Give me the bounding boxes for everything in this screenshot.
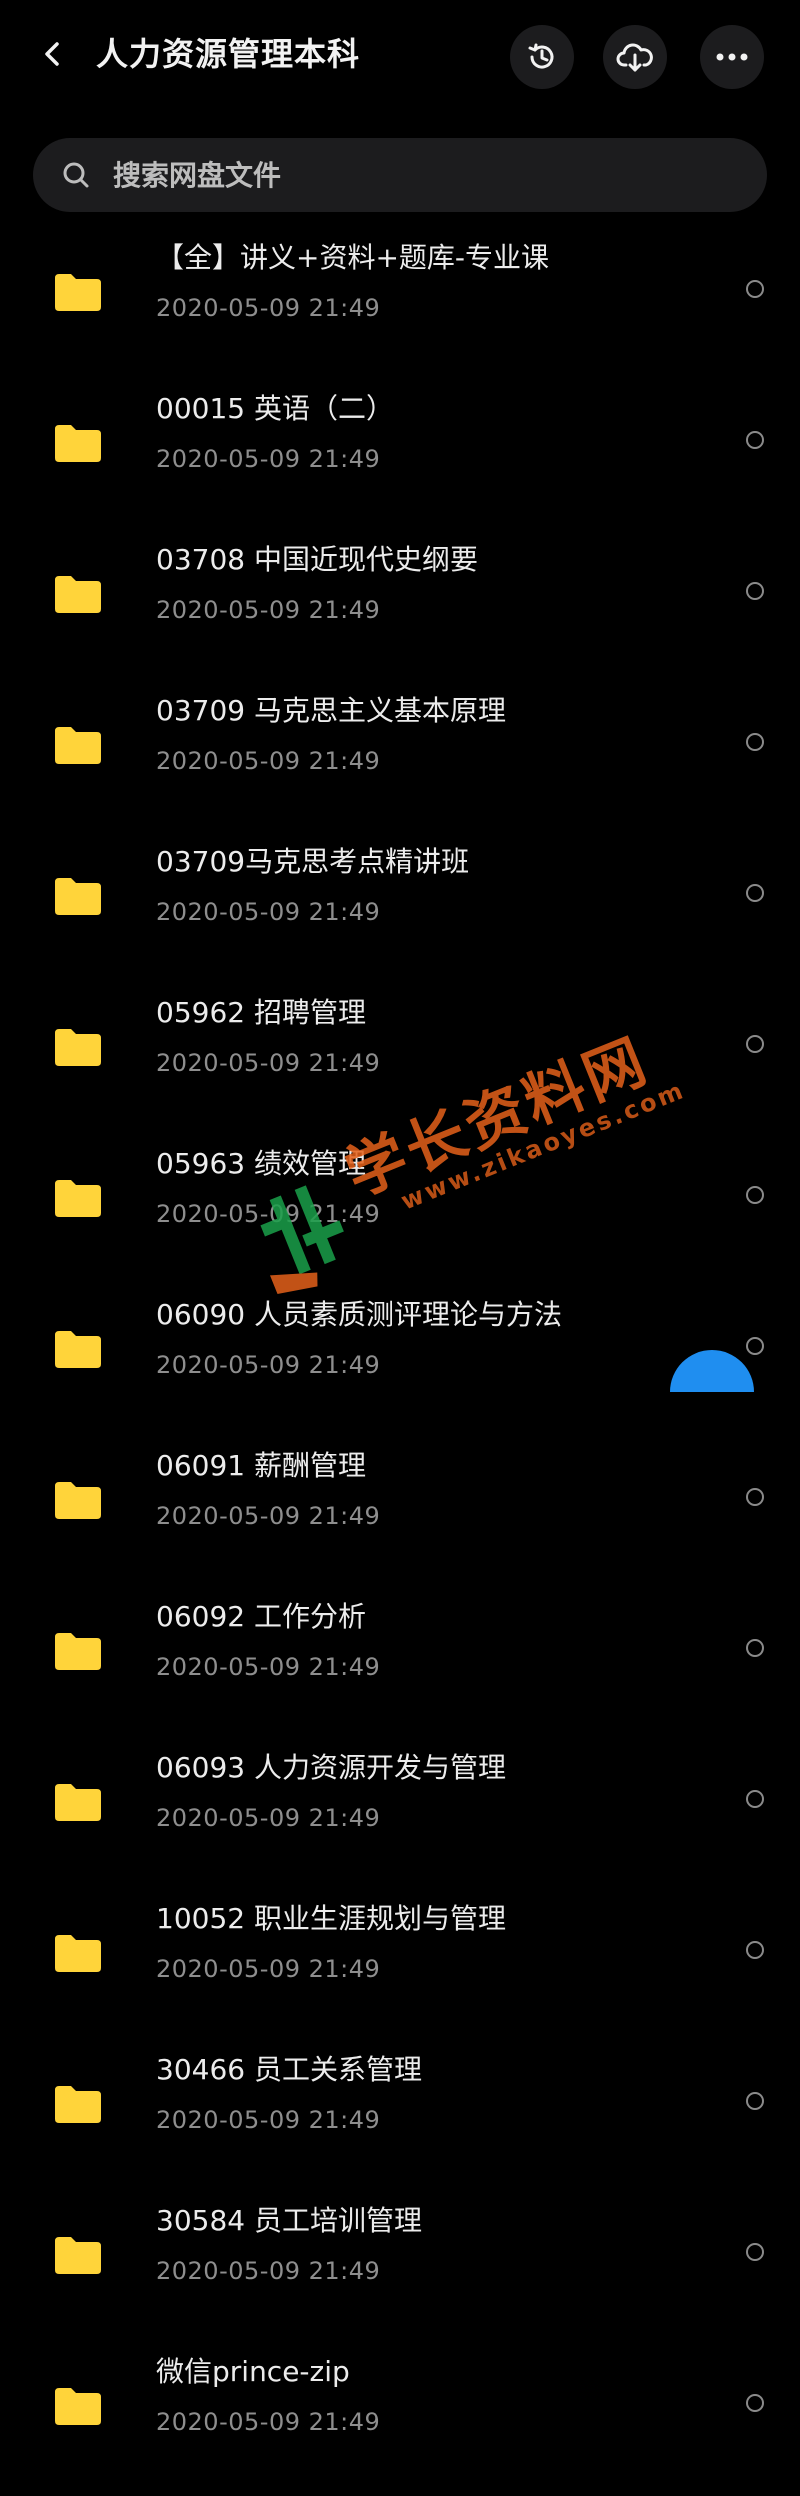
file-name: 00015 英语（二）: [156, 392, 394, 425]
file-date: 2020-05-09 21:49: [156, 2257, 381, 2285]
list-item[interactable]: 06092 工作分析 2020-05-09 21:49: [0, 1573, 800, 1724]
select-radio[interactable]: [746, 280, 764, 298]
folder-icon: [55, 576, 101, 613]
file-name: 【全】讲义+资料+题库-专业课: [156, 241, 550, 274]
folder-icon: [55, 2388, 101, 2425]
select-radio[interactable]: [746, 1639, 764, 1657]
select-radio[interactable]: [746, 582, 764, 600]
file-date: 2020-05-09 21:49: [156, 1502, 381, 1530]
search-input[interactable]: [111, 157, 715, 193]
folder-icon: [55, 2086, 101, 2123]
history-icon: [528, 43, 554, 69]
select-radio[interactable]: [746, 1035, 764, 1053]
folder-icon: [55, 1331, 101, 1368]
file-date: 2020-05-09 21:49: [156, 1955, 381, 1983]
folder-icon: [55, 1180, 101, 1217]
select-radio[interactable]: [746, 1186, 764, 1204]
select-radio[interactable]: [746, 1941, 764, 1959]
select-radio[interactable]: [746, 733, 764, 751]
top-bar: 人力资源管理本科: [0, 0, 800, 110]
list-item[interactable]: 03709马克思考点精讲班 2020-05-09 21:49: [0, 818, 800, 969]
file-list: 【全】讲义+资料+题库-专业课 2020-05-09 21:49 00015 英语（…: [0, 214, 800, 2479]
folder-icon: [55, 274, 101, 311]
more-button[interactable]: [700, 25, 764, 89]
file-name: 05962 招聘管理: [156, 996, 366, 1029]
page-title: 人力资源管理本科: [96, 35, 361, 73]
list-item[interactable]: 06091 薪酬管理 2020-05-09 21:49: [0, 1422, 800, 1573]
back-arrow-icon: [45, 42, 59, 66]
cloud-download-button[interactable]: [603, 25, 667, 89]
list-item[interactable]: 【全】讲义+资料+题库-专业课 2020-05-09 21:49: [0, 214, 800, 365]
file-name: 03709 马克思主义基本原理: [156, 694, 506, 727]
file-date: 2020-05-09 21:49: [156, 1351, 381, 1379]
back-button[interactable]: [28, 30, 76, 78]
file-date: 2020-05-09 21:49: [156, 445, 381, 473]
select-radio[interactable]: [746, 2243, 764, 2261]
file-name: 30584 员工培训管理: [156, 2204, 422, 2237]
select-radio[interactable]: [746, 884, 764, 902]
file-name: 06090 人员素质测评理论与方法: [156, 1298, 562, 1331]
select-radio[interactable]: [746, 1790, 764, 1808]
select-radio[interactable]: [746, 1337, 764, 1355]
list-item[interactable]: 06090 人员素质测评理论与方法 2020-05-09 21:49: [0, 1271, 800, 1422]
file-name: 微信prince-zip: [156, 2355, 350, 2388]
file-date: 2020-05-09 21:49: [156, 1049, 381, 1077]
file-date: 2020-05-09 21:49: [156, 294, 381, 322]
folder-icon: [55, 1029, 101, 1066]
file-date: 2020-05-09 21:49: [156, 747, 381, 775]
list-item[interactable]: 06093 人力资源开发与管理 2020-05-09 21:49: [0, 1724, 800, 1875]
file-name: 10052 职业生涯规划与管理: [156, 1902, 506, 1935]
folder-icon: [55, 1482, 101, 1519]
file-name: 06092 工作分析: [156, 1600, 366, 1633]
list-item[interactable]: 30466 员工关系管理 2020-05-09 21:49: [0, 2026, 800, 2177]
file-date: 2020-05-09 21:49: [156, 2408, 381, 2436]
file-name: 30466 员工关系管理: [156, 2053, 422, 2086]
select-radio[interactable]: [746, 2092, 764, 2110]
folder-icon: [55, 727, 101, 764]
list-item[interactable]: 05962 招聘管理 2020-05-09 21:49: [0, 969, 800, 1120]
file-name: 06093 人力资源开发与管理: [156, 1751, 506, 1784]
folder-icon: [55, 425, 101, 462]
folder-icon: [55, 878, 101, 915]
history-button[interactable]: [510, 25, 574, 89]
search-bar[interactable]: [33, 138, 767, 212]
list-item[interactable]: 微信prince-zip 2020-05-09 21:49: [0, 2328, 800, 2479]
file-name: 03708 中国近现代史纲要: [156, 543, 478, 576]
folder-icon: [55, 1784, 101, 1821]
list-item[interactable]: 03708 中国近现代史纲要 2020-05-09 21:49: [0, 516, 800, 667]
select-radio[interactable]: [746, 1488, 764, 1506]
list-item[interactable]: 05963 绩效管理 2020-05-09 21:49: [0, 1120, 800, 1271]
file-date: 2020-05-09 21:49: [156, 1200, 381, 1228]
list-item[interactable]: 00015 英语（二） 2020-05-09 21:49: [0, 365, 800, 516]
list-item[interactable]: 30584 员工培训管理 2020-05-09 21:49: [0, 2177, 800, 2328]
select-radio[interactable]: [746, 2394, 764, 2412]
search-icon: [61, 160, 91, 190]
folder-icon: [55, 1935, 101, 1972]
file-date: 2020-05-09 21:49: [156, 1804, 381, 1832]
file-date: 2020-05-09 21:49: [156, 898, 381, 926]
select-radio[interactable]: [746, 431, 764, 449]
file-name: 06091 薪酬管理: [156, 1449, 366, 1482]
file-name: 03709马克思考点精讲班: [156, 845, 470, 878]
folder-icon: [55, 2237, 101, 2274]
file-date: 2020-05-09 21:49: [156, 2106, 381, 2134]
folder-icon: [55, 1633, 101, 1670]
file-date: 2020-05-09 21:49: [156, 1653, 381, 1681]
list-item[interactable]: 03709 马克思主义基本原理 2020-05-09 21:49: [0, 667, 800, 818]
more-icon: [716, 53, 748, 61]
list-item[interactable]: 10052 职业生涯规划与管理 2020-05-09 21:49: [0, 1875, 800, 2026]
cloud-download-icon: [616, 43, 653, 72]
file-name: 05963 绩效管理: [156, 1147, 366, 1180]
file-date: 2020-05-09 21:49: [156, 596, 381, 624]
